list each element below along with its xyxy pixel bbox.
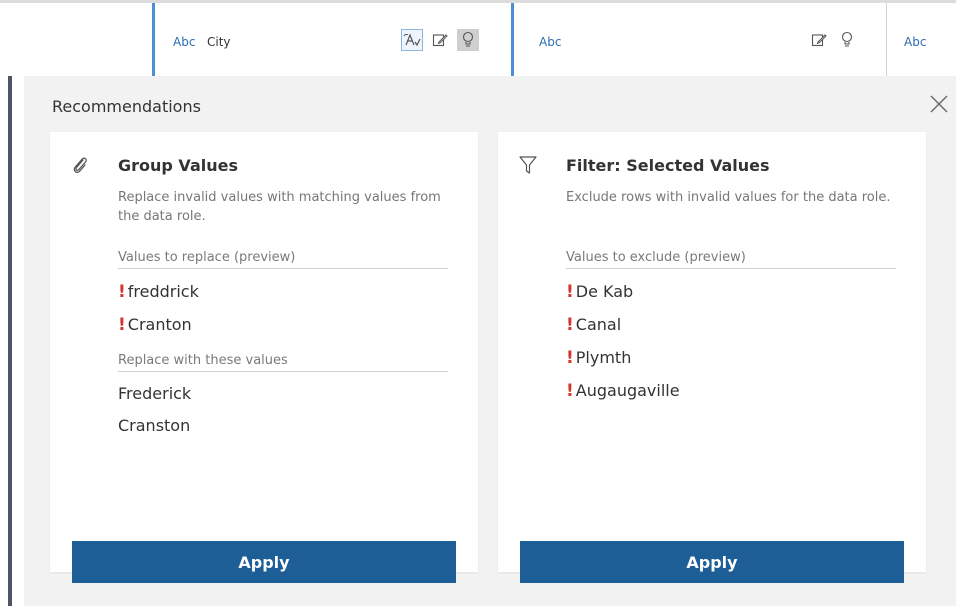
left-edge-bar [8,76,12,606]
paperclip-icon [70,154,90,176]
apply-button[interactable]: Apply [72,541,456,583]
replacement-value-item: Frederick [118,384,192,403]
panel-title: Recommendations [52,97,201,116]
invalid-value-item: ! freddrick [118,282,199,302]
invalid-value-item: ! De Kab [566,282,634,302]
recommendations-button[interactable] [457,29,479,51]
edit-icon [811,34,827,47]
invalid-marker-icon: ! [566,282,574,302]
card-description: Exclude rows with invalid values for the… [566,190,891,205]
close-icon [930,95,948,113]
column-header-2[interactable]: Abc [514,3,886,76]
edit-button[interactable] [808,29,830,51]
invalid-value-item: ! Augaugaville [566,381,680,401]
card-title: Group Values [118,156,238,175]
lightbulb-icon [841,31,853,47]
column-header-city[interactable]: Abc City [155,3,511,76]
column-type-label: Abc [904,35,927,49]
invalid-marker-icon: ! [566,315,574,335]
row-header-column [0,3,152,76]
card-description: Replace invalid values with matching val… [118,190,441,224]
recommendations-panel: Recommendations Group Values Replace inv… [24,76,956,606]
filter-selected-values-card: Filter: Selected Values Exclude rows wit… [498,132,926,583]
card-title: Filter: Selected Values [566,156,770,175]
values-to-replace-label: Values to replace (preview) [118,250,448,269]
edit-button[interactable] [429,29,451,51]
close-button[interactable] [928,93,950,115]
data-role-button[interactable] [401,29,423,51]
column-header-3[interactable]: Abc [887,3,956,76]
lightbulb-icon [462,31,474,47]
invalid-marker-icon: ! [118,282,126,302]
invalid-value-item: ! Canal [566,315,622,335]
edit-icon [432,34,448,47]
values-to-exclude-label: Values to exclude (preview) [566,250,896,269]
filter-icon [518,154,538,176]
invalid-marker-icon: ! [566,348,574,368]
invalid-marker-icon: ! [118,315,126,335]
column-type-label: Abc [173,35,196,49]
column-header-strip: Abc City Abc Abc [0,0,956,76]
group-values-card: Group Values Replace invalid values with… [50,132,478,583]
invalid-marker-icon: ! [566,381,574,401]
invalid-value-item: ! Cranton [118,315,192,335]
recommendations-button[interactable] [836,29,858,51]
replace-with-label: Replace with these values [118,353,448,372]
data-role-icon [403,33,421,47]
apply-button[interactable]: Apply [520,541,904,583]
column-name: City [207,35,231,49]
column-type-label: Abc [539,35,562,49]
invalid-value-item: ! Plymth [566,348,632,368]
replacement-value-item: Cranston [118,416,191,435]
